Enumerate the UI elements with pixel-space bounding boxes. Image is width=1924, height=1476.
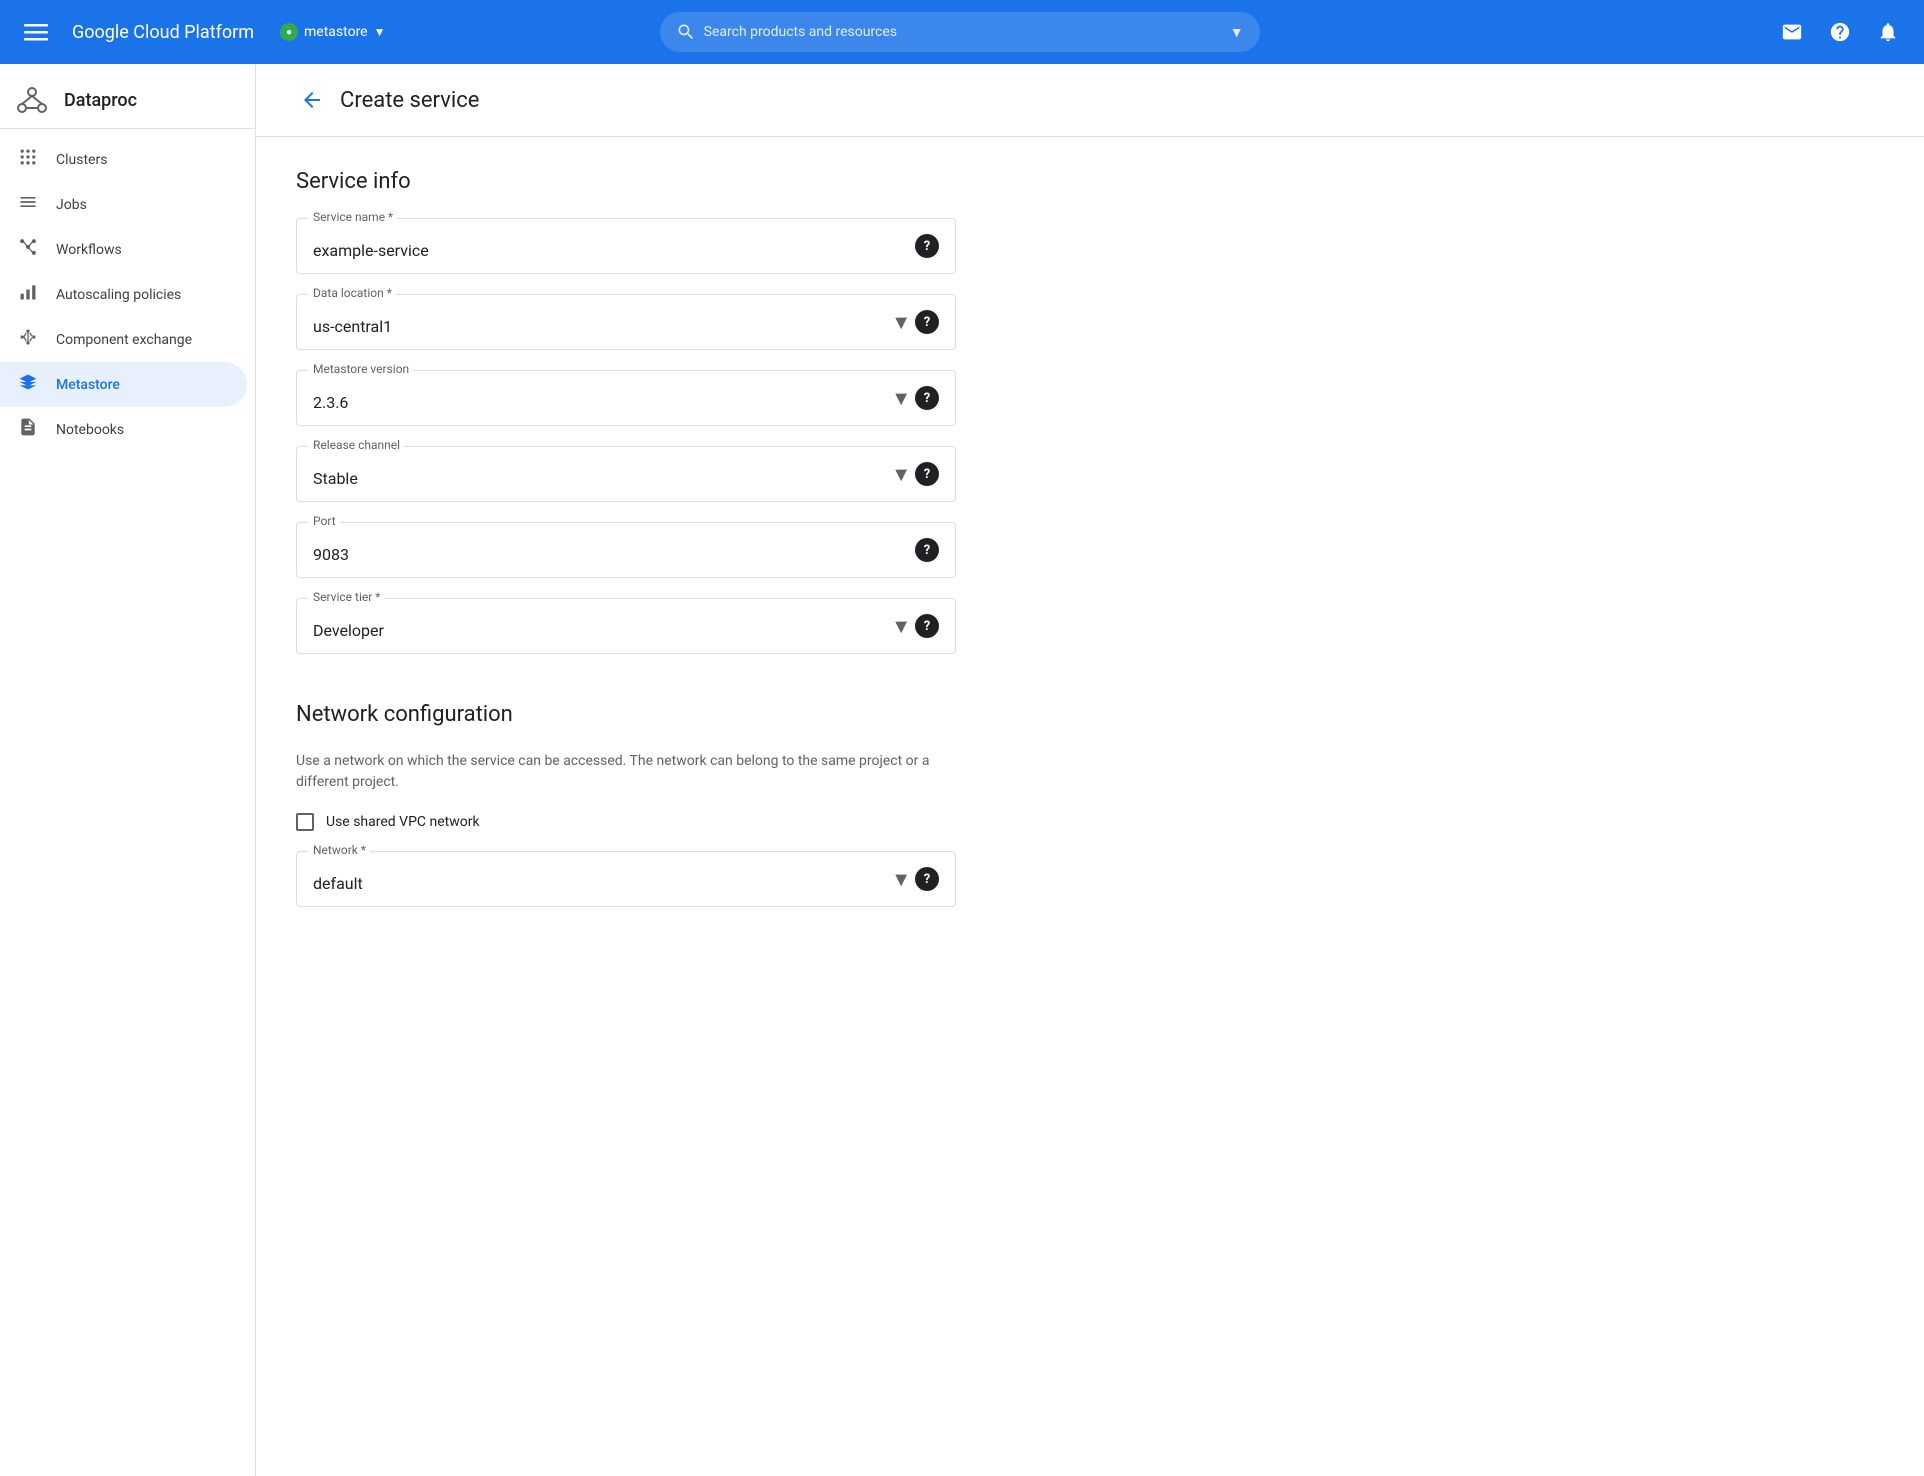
port-help-icon[interactable]: ?: [915, 538, 939, 562]
jobs-icon: [16, 192, 40, 217]
service-tier-help-icon[interactable]: ?: [915, 614, 939, 638]
release-channel-dropdown-icon[interactable]: ▼: [891, 462, 911, 487]
search-placeholder: Search products and resources: [704, 24, 1222, 40]
sidebar-item-component-exchange-label: Component exchange: [56, 332, 192, 348]
sidebar-item-workflows[interactable]: Workflows: [0, 227, 247, 272]
sidebar-item-clusters-label: Clusters: [56, 152, 107, 168]
top-nav: Google Cloud Platform ● metastore ▼ Sear…: [0, 0, 1924, 64]
release-channel-label: Release channel: [309, 438, 404, 452]
metastore-version-help-icon[interactable]: ?: [915, 386, 939, 410]
network-dropdown-icon[interactable]: ▼: [891, 867, 911, 892]
network-field: Network * default ▼ ?: [296, 851, 956, 907]
service-tier-dropdown-icon[interactable]: ▼: [891, 614, 911, 639]
sidebar-item-metastore[interactable]: Metastore: [0, 362, 247, 407]
project-dropdown-arrow: ▼: [374, 25, 386, 39]
search-bar[interactable]: Search products and resources ▼: [660, 12, 1260, 52]
nav-icons: [1772, 12, 1908, 52]
support-button[interactable]: [1772, 12, 1812, 52]
port-label: Port: [309, 514, 340, 528]
back-button[interactable]: [296, 84, 328, 116]
metastore-version-field: Metastore version 2.3.6 ▼ ?: [296, 370, 956, 426]
metastore-version-label: Metastore version: [309, 362, 413, 376]
workflows-icon: [16, 237, 40, 262]
data-location-help-icon[interactable]: ?: [915, 310, 939, 334]
sidebar-item-notebooks[interactable]: Notebooks: [0, 407, 247, 452]
network-configuration-section: Network configuration Use a network on w…: [296, 702, 956, 907]
network-label: Network *: [309, 843, 370, 857]
network-config-description: Use a network on which the service can b…: [296, 751, 956, 793]
shared-vpc-row: Use shared VPC network: [296, 813, 956, 831]
port-input[interactable]: [313, 529, 915, 572]
dataproc-logo: [16, 84, 48, 116]
service-name-label: Service name *: [309, 210, 397, 224]
release-channel-value: Stable: [313, 453, 891, 496]
project-selector[interactable]: ● metastore ▼: [270, 17, 395, 47]
sidebar-item-autoscaling-label: Autoscaling policies: [56, 287, 181, 303]
autoscaling-icon: [16, 282, 40, 307]
project-name: metastore: [304, 24, 368, 40]
shared-vpc-label: Use shared VPC network: [326, 814, 480, 830]
shared-vpc-checkbox[interactable]: [296, 813, 314, 831]
network-help-icon[interactable]: ?: [915, 867, 939, 891]
service-name-field: Service name * ?: [296, 218, 956, 274]
page-title: Create service: [340, 88, 479, 113]
component-exchange-icon: [16, 327, 40, 352]
notifications-button[interactable]: [1868, 12, 1908, 52]
service-tier-value: Developer: [313, 605, 891, 648]
network-config-title: Network configuration: [296, 702, 956, 727]
search-icon: [676, 22, 696, 42]
data-location-dropdown-icon[interactable]: ▼: [891, 310, 911, 335]
service-info-title: Service info: [296, 169, 956, 194]
clusters-icon: [16, 147, 40, 172]
help-button[interactable]: [1820, 12, 1860, 52]
sidebar-item-autoscaling[interactable]: Autoscaling policies: [0, 272, 247, 317]
sidebar-item-component-exchange[interactable]: Component exchange: [0, 317, 247, 362]
metastore-version-value: 2.3.6: [313, 377, 891, 420]
page-header: Create service: [256, 64, 1924, 137]
sidebar-item-clusters[interactable]: Clusters: [0, 137, 247, 182]
release-channel-help-icon[interactable]: ?: [915, 462, 939, 486]
brand-title: Google Cloud Platform: [72, 22, 254, 43]
app-layout: Dataproc Clusters Jobs: [0, 64, 1924, 1476]
project-icon: ●: [280, 23, 298, 41]
release-channel-field: Release channel Stable ▼ ?: [296, 446, 956, 502]
sidebar-item-workflows-label: Workflows: [56, 242, 122, 258]
service-tier-label: Service tier *: [309, 590, 384, 604]
sidebar-item-notebooks-label: Notebooks: [56, 422, 124, 438]
sidebar: Dataproc Clusters Jobs: [0, 64, 256, 1476]
data-location-label: Data location *: [309, 286, 396, 300]
port-field: Port ?: [296, 522, 956, 578]
data-location-value: us-central1: [313, 301, 891, 344]
sidebar-item-metastore-label: Metastore: [56, 377, 120, 393]
form-content: Service info Service name * ? Data locat…: [256, 137, 996, 959]
sidebar-item-jobs[interactable]: Jobs: [0, 182, 247, 227]
sidebar-item-jobs-label: Jobs: [56, 197, 87, 213]
sidebar-app-name: Dataproc: [64, 90, 137, 111]
sidebar-header: Dataproc: [0, 72, 255, 129]
search-dropdown-arrow: ▼: [1230, 24, 1244, 41]
service-name-input[interactable]: [313, 225, 915, 268]
network-value: default: [313, 858, 891, 901]
service-name-help-icon[interactable]: ?: [915, 234, 939, 258]
menu-button[interactable]: [16, 12, 56, 52]
metastore-version-dropdown-icon[interactable]: ▼: [891, 386, 911, 411]
metastore-icon: [16, 372, 40, 397]
notebooks-icon: [16, 417, 40, 442]
main-content: Create service Service info Service name…: [256, 64, 1924, 1476]
data-location-field: Data location * us-central1 ▼ ?: [296, 294, 956, 350]
service-tier-field: Service tier * Developer ▼ ?: [296, 598, 956, 654]
